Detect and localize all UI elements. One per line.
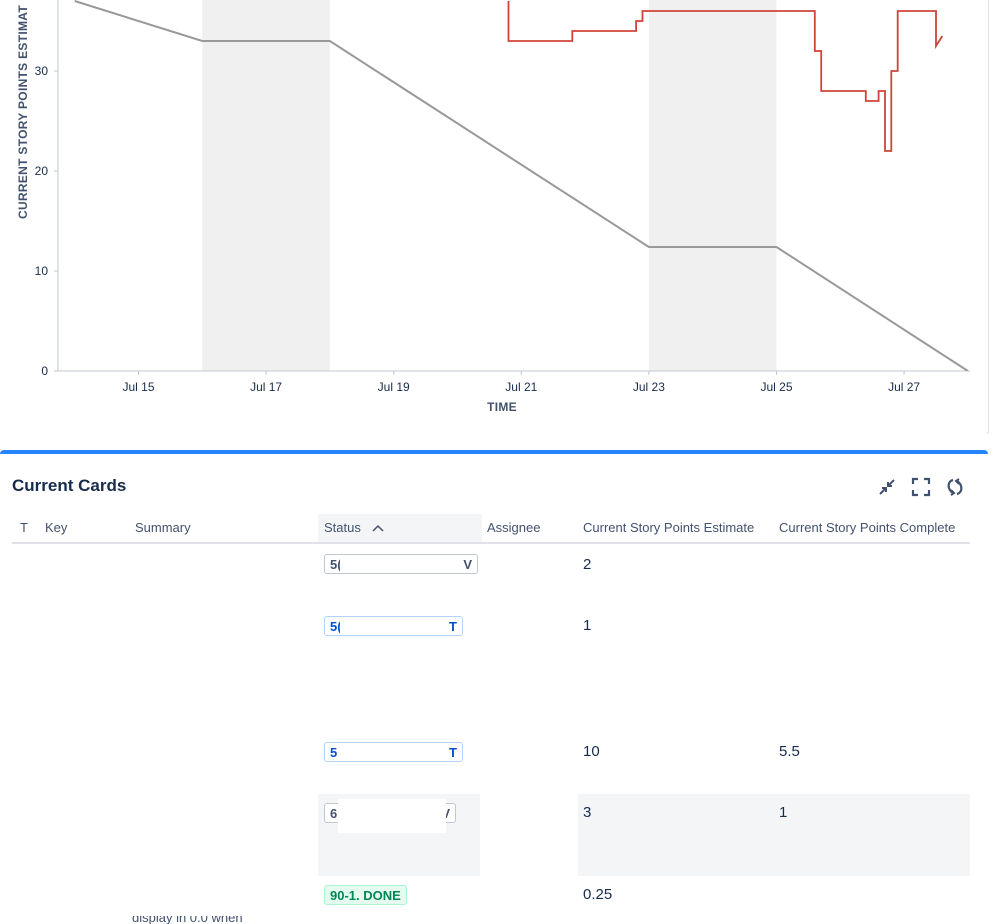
collapse-icon[interactable] [876, 476, 898, 498]
estimate-value: 3 [583, 804, 592, 821]
estimate-value: 10 [583, 743, 600, 760]
y-axis-title: CURRENT STORY POINTS ESTIMAT [16, 5, 30, 219]
x-tick-label: Jul 15 [122, 380, 154, 394]
cards-table-header: T Key Summary Status Assignee Current St… [12, 514, 970, 544]
fullscreen-icon[interactable] [910, 476, 932, 498]
y-tick-label: 20 [35, 164, 49, 178]
row-highlight [578, 794, 970, 876]
column-header-assignee[interactable]: Assignee [487, 514, 540, 542]
column-header-complete[interactable]: Current Story Points Complete [779, 514, 955, 542]
x-tick-label: Jul 21 [505, 380, 537, 394]
x-tick-label: Jul 25 [760, 380, 792, 394]
estimate-value: 1 [583, 617, 592, 634]
redaction [338, 799, 446, 833]
y-tick-label: 10 [35, 264, 49, 278]
redaction [338, 743, 442, 760]
x-tick-label: Jul 17 [250, 380, 282, 394]
redaction [340, 555, 450, 572]
y-tick-label: 30 [35, 64, 49, 78]
sort-ascending-icon [372, 524, 385, 532]
estimate-value: 2 [583, 556, 592, 573]
column-header-status[interactable]: Status [318, 514, 482, 542]
burndown-chart: 0 10 20 30 Jul 15 Jul 17 Jul 19 Jul 21 Jul 23 Jul… [16, 0, 970, 414]
complete-value: 1 [779, 804, 788, 821]
column-header-summary[interactable]: Summary [135, 514, 191, 542]
column-header-key[interactable]: Key [45, 514, 67, 542]
cards-title: Current Cards [12, 476, 127, 495]
non-working-band [648, 0, 777, 371]
complete-value: 5.5 [779, 743, 800, 760]
status-lozenge-done[interactable]: 90-1. DONE [324, 885, 407, 905]
column-header-type[interactable]: T [20, 514, 28, 542]
x-axis-title: TIME [487, 400, 517, 414]
redaction [481, 874, 578, 924]
estimate-value: 0.25 [583, 886, 613, 903]
y-tick-label: 0 [41, 364, 48, 378]
refresh-icon[interactable] [944, 476, 966, 498]
current-cards-panel: Current Cards T Key Summary Status Assig… [0, 450, 988, 924]
x-tick-label: Jul 23 [633, 380, 665, 394]
x-tick-label: Jul 19 [378, 380, 410, 394]
x-tick-label: Jul 27 [888, 380, 920, 394]
burndown-chart-panel: 0 10 20 30 Jul 15 Jul 17 Jul 19 Jul 21 Jul 23 Jul… [0, 0, 989, 435]
redaction [340, 617, 442, 634]
column-header-status-label: Status [324, 520, 361, 535]
cards-toolbar [876, 476, 966, 498]
panel-gap [0, 434, 998, 450]
redaction [10, 874, 318, 916]
column-header-estimate[interactable]: Current Story Points Estimate [583, 514, 754, 542]
non-working-band [202, 0, 330, 371]
